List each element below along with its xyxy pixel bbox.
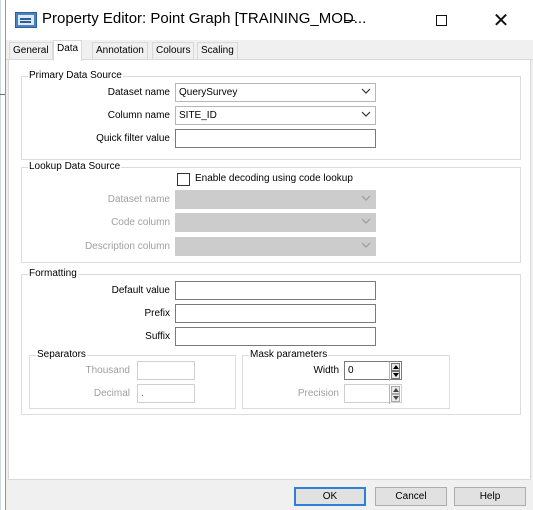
window-title: Property Editor: Point Graph [TRAINING_M… [42, 10, 367, 27]
spin-down-icon[interactable] [391, 371, 400, 379]
separators-title: Separators [36, 349, 87, 360]
app-icon [15, 12, 37, 28]
suffix-input[interactable] [175, 327, 376, 346]
default-value-input[interactable] [175, 281, 376, 300]
title-bar[interactable]: Property Editor: Point Graph [TRAINING_M… [6, 0, 533, 40]
spin-up-icon[interactable] [391, 386, 400, 394]
lookup-dataset-name-select[interactable] [175, 190, 376, 209]
width-label: Width [313, 365, 339, 376]
separators-group: Separators Thousand Decimal . [29, 349, 236, 409]
quick-filter-label: Quick filter value [96, 133, 170, 144]
tab-data[interactable]: Data [53, 40, 83, 61]
lookup-dataset-name-label: Dataset name [107, 194, 170, 205]
property-editor-dialog: Property Editor: Point Graph [TRAINING_M… [5, 0, 533, 510]
ok-button[interactable]: OK [294, 487, 366, 506]
tab-colours[interactable]: Colours [152, 42, 195, 59]
chevron-down-icon [361, 111, 371, 120]
lookup-data-source-group: Lookup Data Source Enable decoding using… [21, 161, 521, 263]
description-column-label: Description column [84, 241, 170, 252]
width-spin-buttons[interactable] [389, 362, 401, 381]
dataset-name-value: QuerySurvey [179, 87, 238, 98]
cancel-button[interactable]: Cancel [375, 487, 447, 506]
tab-general[interactable]: General [9, 42, 53, 59]
code-column-select[interactable] [175, 213, 376, 232]
formatting-title: Formatting [28, 268, 78, 279]
background-window-edge [0, 0, 1, 510]
column-name-value: SITE_ID [179, 110, 217, 121]
prefix-label: Prefix [144, 308, 170, 319]
chevron-down-icon [361, 218, 371, 227]
precision-spin-buttons[interactable] [389, 385, 401, 404]
enable-decoding-label: Enable decoding using code lookup [195, 173, 353, 184]
maximize-button[interactable] [418, 0, 464, 40]
default-value-label: Default value [111, 285, 170, 296]
primary-data-source-title: Primary Data Source [28, 70, 123, 81]
dataset-name-select[interactable]: QuerySurvey [175, 83, 376, 102]
close-button[interactable]: ✕ [478, 0, 524, 40]
primary-data-source-group: Primary Data Source Dataset name QuerySu… [21, 70, 521, 160]
lookup-data-source-title: Lookup Data Source [28, 161, 122, 172]
minimize-button[interactable] [326, 0, 372, 40]
chevron-down-icon [361, 242, 371, 251]
mask-parameters-group: Mask parameters Width 0 Precision [242, 349, 450, 409]
precision-label: Precision [297, 388, 339, 399]
decimal-label: Decimal [93, 388, 130, 399]
maximize-icon [435, 14, 447, 26]
data-tab-panel: Primary Data Source Dataset name QuerySu… [8, 60, 531, 480]
precision-stepper[interactable] [344, 384, 402, 404]
spin-down-icon[interactable] [391, 394, 400, 402]
help-button[interactable]: Help [454, 487, 526, 506]
tab-scaling[interactable]: Scaling [197, 42, 238, 59]
chevron-down-icon [361, 195, 371, 204]
quick-filter-input[interactable] [175, 129, 376, 148]
column-name-select[interactable]: SITE_ID [175, 106, 376, 125]
mask-parameters-title: Mask parameters [249, 349, 329, 360]
dataset-name-label: Dataset name [107, 87, 170, 98]
decimal-value: . [141, 388, 144, 399]
formatting-group: Formatting Default value Prefix Suffix S… [21, 268, 521, 415]
thousand-label: Thousand [85, 365, 130, 376]
close-icon: ✕ [492, 9, 510, 32]
tab-strip: General Data Annotation Colours Scaling [6, 40, 533, 61]
enable-decoding-checkbox[interactable] [177, 173, 190, 186]
minimize-icon [343, 19, 355, 21]
tab-annotation[interactable]: Annotation [92, 42, 148, 59]
chevron-down-icon [361, 88, 371, 97]
suffix-label: Suffix [145, 331, 170, 342]
prefix-input[interactable] [175, 304, 376, 323]
decimal-input[interactable]: . [137, 384, 195, 403]
thousand-input[interactable] [137, 361, 195, 380]
spin-up-icon[interactable] [391, 363, 400, 371]
column-name-label: Column name [107, 110, 170, 121]
description-column-select[interactable] [175, 237, 376, 256]
width-stepper[interactable]: 0 [344, 361, 402, 381]
width-value: 0 [348, 365, 354, 376]
code-column-label: Code column [111, 217, 170, 228]
